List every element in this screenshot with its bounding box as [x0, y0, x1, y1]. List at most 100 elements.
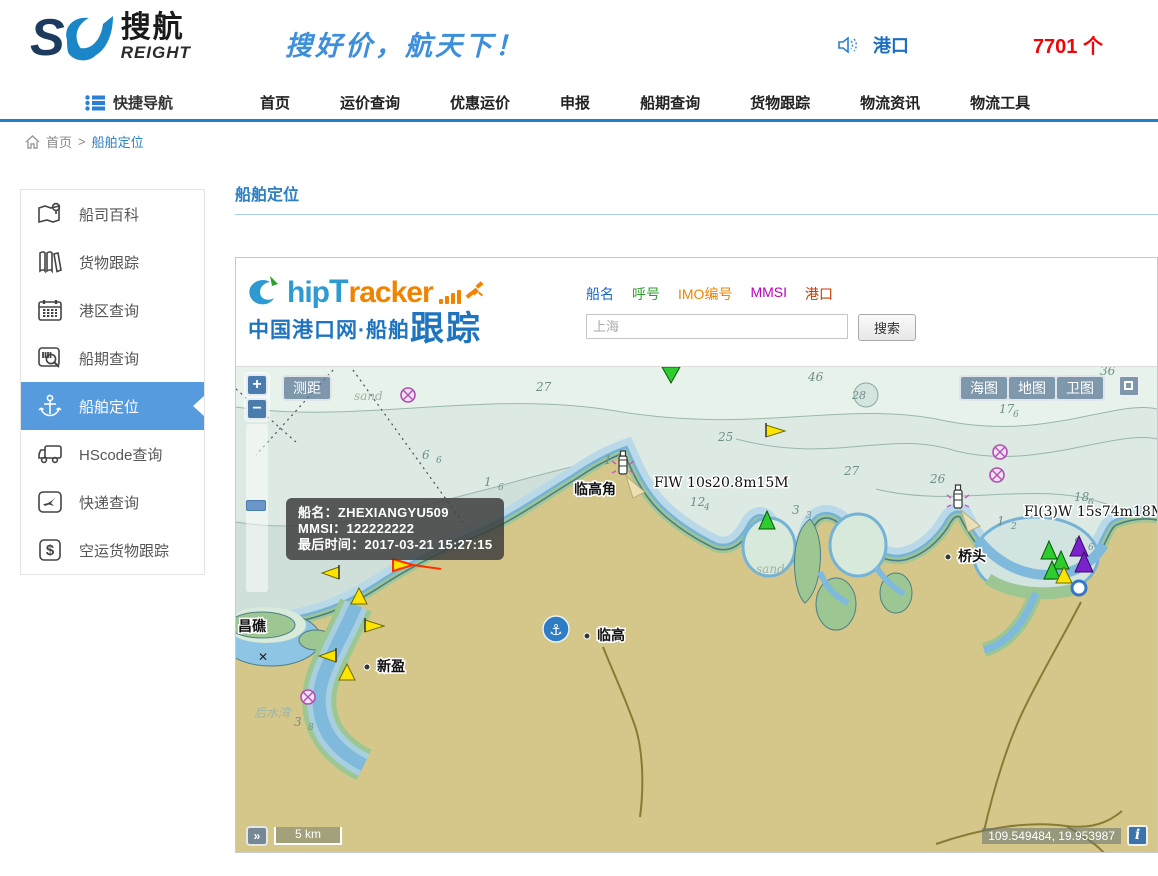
- site-header: S 搜航 REIGHT 搜好价，航天下！ 港口 7701 个: [0, 0, 1158, 86]
- nav-item-freight-query[interactable]: 运价查询: [340, 92, 400, 113]
- nav-item-logistics-news[interactable]: 物流资讯: [860, 92, 920, 113]
- tooltip-label: 船名：: [298, 505, 338, 520]
- map-label: 临高角: [574, 481, 616, 497]
- measure-button[interactable]: 测距: [282, 375, 332, 401]
- depth-label: 3: [792, 503, 800, 517]
- depth-sub-label: 6: [1088, 543, 1094, 553]
- nav-item-home[interactable]: 首页: [260, 92, 290, 113]
- sidebar-item-label: 船期查询: [79, 348, 139, 369]
- nav-item-logistics-tools[interactable]: 物流工具: [970, 92, 1030, 113]
- ship-tooltip: 船名：ZHEXIANGYU509 MMSI：122222222 最后时间：201…: [286, 498, 504, 560]
- home-icon: [25, 135, 40, 149]
- search-button[interactable]: 搜索: [858, 314, 916, 341]
- quick-nav-button[interactable]: 快捷导航: [85, 92, 260, 113]
- layer-satellite-button[interactable]: 卫图: [1055, 375, 1105, 401]
- breadcrumb-home[interactable]: 首页: [46, 132, 72, 151]
- sidebar-item-schedule-query[interactable]: 船期查询: [21, 334, 204, 382]
- depth-sub-label: 3: [806, 511, 812, 521]
- shiptracker-panel: hip T racker 中国: [235, 257, 1158, 853]
- fullscreen-button[interactable]: [1118, 375, 1140, 397]
- nav-item-schedule-query[interactable]: 船期查询: [640, 92, 700, 113]
- lighthouse-icon: [954, 490, 962, 508]
- tooltip-value: ZHEXIANGYU509: [338, 505, 449, 520]
- sidebar-item-label: 港区查询: [79, 300, 139, 321]
- barcode-search-icon: [21, 346, 79, 370]
- depth-label: 28: [851, 389, 866, 402]
- tab-ship-name[interactable]: 船名: [586, 284, 614, 304]
- tab-imo-number[interactable]: IMO编号: [678, 284, 732, 304]
- info-button[interactable]: i: [1127, 825, 1148, 846]
- sidebar-item-hscode-query[interactable]: HScode查询: [21, 430, 204, 478]
- page-title: 船舶定位: [235, 181, 1158, 215]
- lighthouse-icon: [619, 456, 627, 474]
- zoom-in-button[interactable]: +: [246, 374, 268, 396]
- depth-label: 1: [997, 514, 1005, 528]
- depth-label: 26: [929, 472, 946, 486]
- tagline-cn: 中国港口网·船舶: [248, 314, 410, 344]
- port-count: 7701 个: [1033, 30, 1103, 59]
- depth-label: 3: [294, 715, 302, 729]
- tab-port[interactable]: 港口: [805, 284, 833, 304]
- sidebar-item-label: 货物跟踪: [79, 252, 139, 273]
- map-label: 临高: [597, 627, 625, 643]
- tooltip-label: 最后时间：: [298, 537, 365, 552]
- list-icon: [85, 95, 105, 111]
- layer-seachart-button[interactable]: 海图: [959, 375, 1009, 401]
- sidebar-item-air-cargo-tracking[interactable]: $ 空运货物跟踪: [21, 526, 204, 574]
- depth-sub-label: 6: [498, 483, 504, 493]
- logo-en-text: REIGHT: [121, 44, 191, 62]
- zoom-slider-handle[interactable]: [246, 500, 266, 511]
- port-link[interactable]: 港口: [873, 32, 909, 58]
- rock-cross: ✕: [258, 650, 268, 664]
- tooltip-value: 122222222: [346, 521, 414, 536]
- scale-bar: 5 km: [274, 827, 342, 845]
- layer-map-button[interactable]: 地图: [1007, 375, 1057, 401]
- map-label: sand: [354, 389, 383, 403]
- scale-expand-button[interactable]: »: [246, 826, 268, 846]
- nav-item-discount-freight[interactable]: 优惠运价: [450, 92, 510, 113]
- sidebar-item-express-query[interactable]: 快递查询: [21, 478, 204, 526]
- map-label: 后水湾: [254, 706, 292, 720]
- sidebar: 船司百科 货物跟踪 港区查询 船期查询 船舶定位: [20, 189, 205, 575]
- sidebar-item-label: 船司百科: [79, 204, 139, 225]
- place-dot: [584, 633, 590, 639]
- depth-label: 46: [807, 370, 824, 384]
- nautical-map[interactable]: 2746252726361761869612433661616381228⚓✕s…: [236, 366, 1157, 852]
- logo-letter: S: [30, 8, 61, 68]
- map-label: Fl(3)W 15s74m18M: [1024, 504, 1157, 520]
- tooltip-value: 2017-03-21 15:27:15: [365, 537, 493, 552]
- sidebar-item-port-area-query[interactable]: 港区查询: [21, 286, 204, 334]
- depth-sub-label: 4: [703, 503, 710, 513]
- tagline-strong: 跟踪: [410, 312, 482, 346]
- sidebar-item-carrier-wiki[interactable]: 船司百科: [21, 190, 204, 238]
- books-icon: [21, 250, 79, 274]
- zoom-slider-track[interactable]: [246, 424, 268, 592]
- site-logo[interactable]: S 搜航 REIGHT: [30, 8, 191, 68]
- svg-text:$: $: [46, 542, 55, 559]
- tab-call-sign[interactable]: 呼号: [632, 284, 660, 304]
- sidebar-item-label: 船舶定位: [79, 396, 139, 417]
- tab-mmsi[interactable]: MMSI: [750, 284, 787, 304]
- ship-search-input[interactable]: [586, 314, 848, 339]
- depth-label: 12: [690, 495, 705, 509]
- tooltip-label: MMSI：: [298, 521, 346, 536]
- nav-item-cargo-tracking[interactable]: 货物跟踪: [750, 92, 810, 113]
- place-dot: [364, 664, 370, 670]
- sidebar-item-ship-positioning[interactable]: 船舶定位: [21, 382, 204, 430]
- zoom-out-button[interactable]: −: [246, 398, 268, 420]
- lighthouse-top: [956, 485, 961, 490]
- anchor-glyph: ⚓: [549, 621, 562, 639]
- dollar-icon: $: [21, 538, 79, 562]
- map-label: sand: [756, 562, 785, 576]
- depth-label: 6: [422, 448, 430, 462]
- quick-nav-label: 快捷导航: [113, 92, 173, 113]
- nav-item-declare[interactable]: 申报: [560, 92, 590, 113]
- sidebar-item-label: HScode查询: [79, 444, 162, 465]
- shiptracker-swoosh-icon: [248, 274, 290, 310]
- truck-icon: [21, 442, 79, 466]
- sidebar-item-label: 空运货物跟踪: [79, 540, 169, 561]
- search-type-tabs: 船名 呼号 IMO编号 MMSI 港口: [586, 284, 1145, 304]
- mouse-coordinates: 109.549484, 19.953987: [982, 828, 1121, 844]
- ship-marker-circle[interactable]: [1072, 581, 1086, 595]
- sidebar-item-cargo-tracking[interactable]: 货物跟踪: [21, 238, 204, 286]
